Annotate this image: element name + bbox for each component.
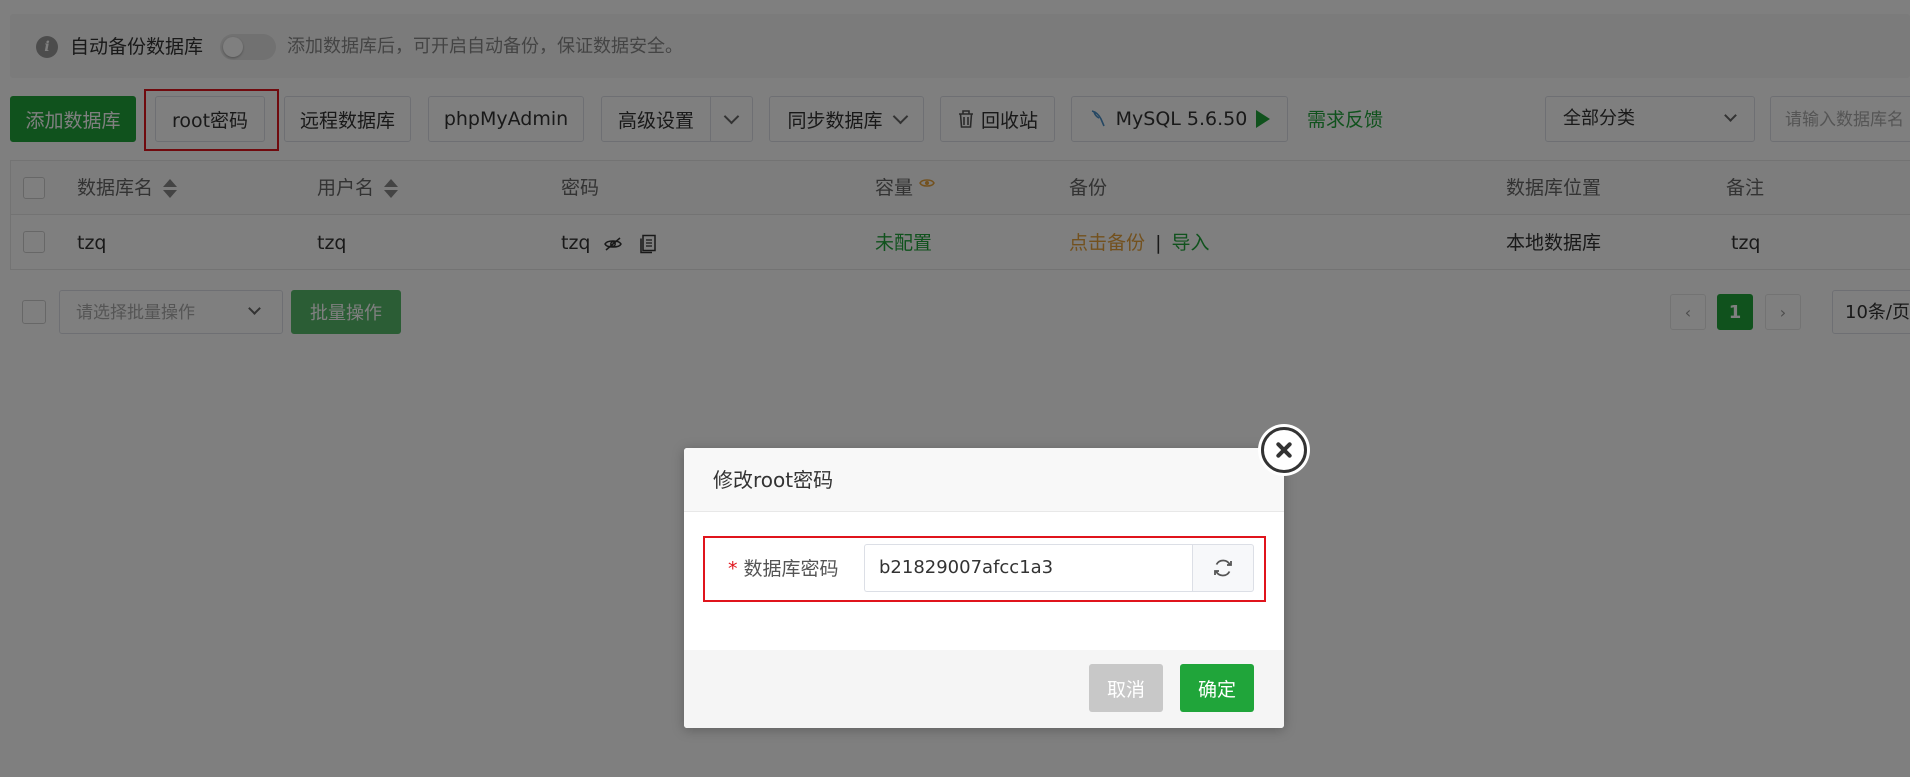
password-field-label: * 数据库密码 xyxy=(728,556,839,582)
dialog-title: 修改root密码 xyxy=(713,468,834,492)
required-mark: * xyxy=(728,558,738,580)
refresh-icon xyxy=(1214,559,1232,577)
confirm-button[interactable]: 确定 xyxy=(1180,664,1254,712)
cancel-button[interactable]: 取消 xyxy=(1089,664,1163,712)
close-dialog-button[interactable] xyxy=(1261,427,1307,473)
root-password-input[interactable]: b21829007afcc1a3 xyxy=(864,544,1192,592)
dialog-footer: 取消 确定 xyxy=(684,650,1284,728)
password-label-text: 数据库密码 xyxy=(743,558,839,580)
generate-password-button[interactable] xyxy=(1192,544,1254,592)
root-password-dialog: 修改root密码 * 数据库密码 b21829007afcc1a3 取消 确定 xyxy=(684,448,1284,728)
database-page: i 自动备份数据库 添加数据库后，可开启自动备份，保证数据安全。 添加数据库 r… xyxy=(0,0,1910,777)
dialog-header: 修改root密码 xyxy=(684,448,1284,512)
